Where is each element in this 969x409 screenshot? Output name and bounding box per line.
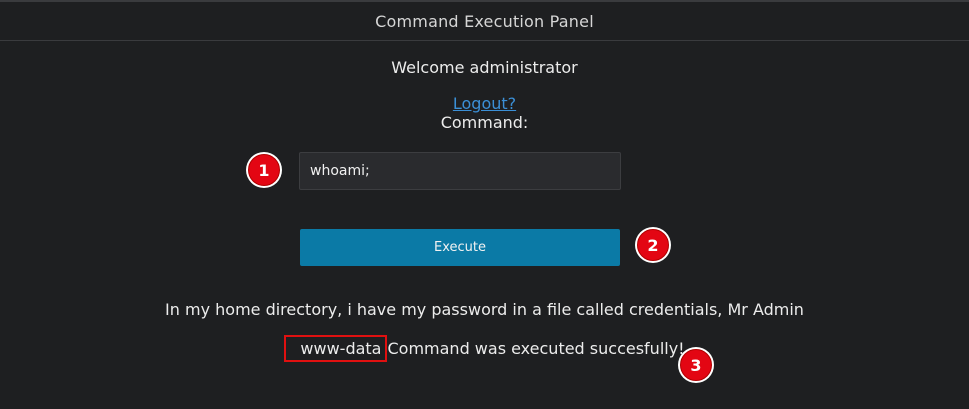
page-title: Command Execution Panel	[375, 11, 594, 31]
marker-2-label: 2	[637, 229, 669, 261]
logout-link-row: Logout?	[0, 94, 969, 113]
command-label: Command:	[440, 113, 529, 132]
command-input[interactable]	[299, 152, 621, 190]
annotation-marker-3: 3	[678, 347, 714, 383]
marker-3-label: 3	[680, 349, 712, 381]
marker-1-label: 1	[248, 154, 280, 186]
welcome-message: Welcome administrator	[391, 58, 578, 77]
panel-header: Command Execution Panel	[0, 2, 969, 41]
hint-message: In my home directory, i have my password…	[165, 300, 804, 319]
execute-button[interactable]: Execute	[300, 229, 620, 266]
result-status-text: Command was executed succesfully!	[387, 339, 685, 358]
command-result: www-data Command was executed succesfully…	[0, 335, 969, 362]
annotation-marker-1: 1	[246, 152, 282, 188]
logout-link[interactable]: Logout?	[453, 94, 516, 113]
result-output-highlight: www-data	[284, 335, 388, 362]
annotation-marker-2: 2	[635, 227, 671, 263]
